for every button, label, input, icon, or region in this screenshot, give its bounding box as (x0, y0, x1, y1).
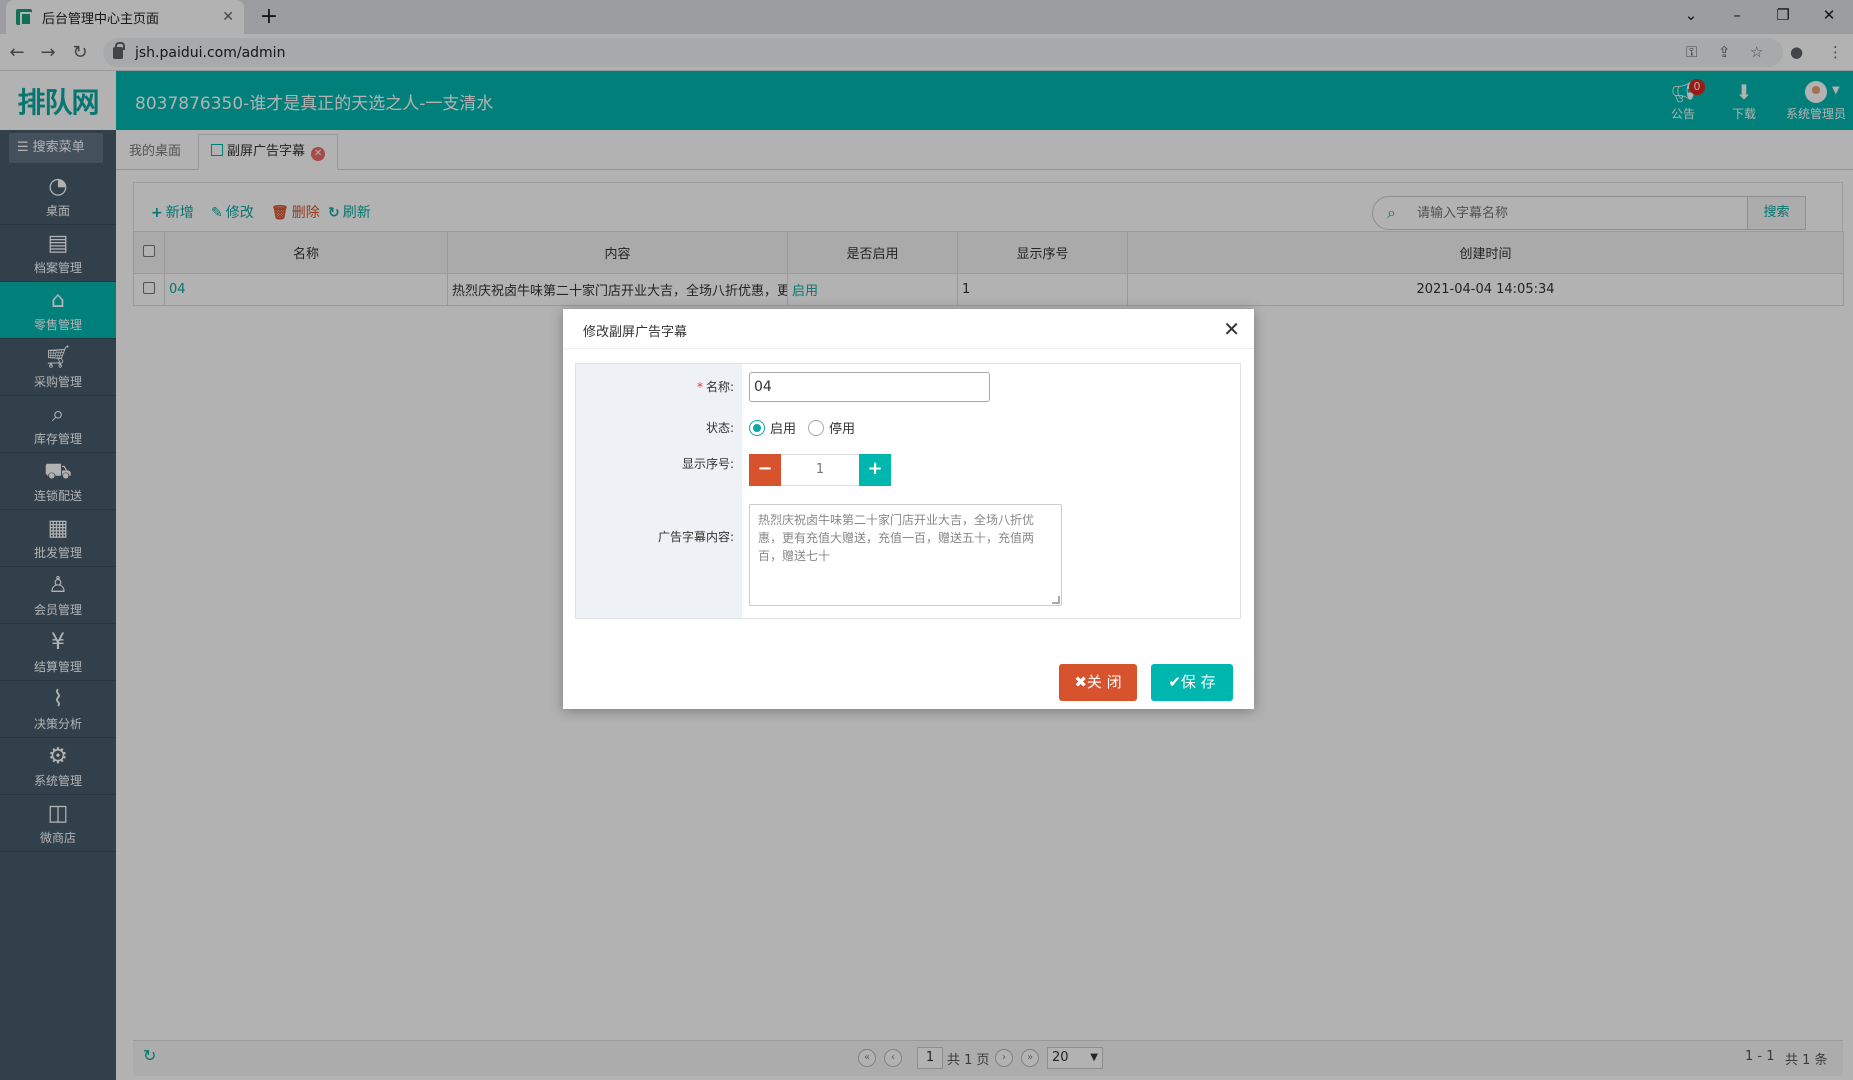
name-input[interactable]: 04 (749, 372, 990, 402)
order-stepper: − 1 + (749, 454, 891, 486)
close-button-label: 关 闭 (1086, 673, 1122, 691)
edit-dialog: 修改副屏广告字幕 ✕ * 名称: 状态: 显示序号: 广告字幕内容: 04 启用 … (563, 309, 1254, 709)
status-radio-on[interactable]: 启用 (749, 418, 796, 437)
save-button[interactable]: ✔保 存 (1151, 664, 1233, 701)
status-off-label: 停用 (829, 422, 856, 437)
content-text: 热烈庆祝卤牛味第二十家门店开业大吉，全场八折优惠，更有充值大赠送，充值一百，赠送… (758, 513, 1035, 563)
save-button-label: 保 存 (1180, 673, 1216, 691)
name-label: * 名称: (697, 378, 734, 395)
order-input[interactable]: 1 (781, 454, 859, 486)
name-label-text: 名称: (705, 380, 734, 394)
resize-handle-icon[interactable] (1052, 596, 1060, 604)
close-button[interactable]: ✖关 闭 (1059, 664, 1137, 701)
edit-form: * 名称: 状态: 显示序号: 广告字幕内容: 04 启用 停用 − 1 + 热烈… (575, 363, 1241, 619)
status-label: 状态: (705, 421, 734, 435)
status-on-label: 启用 (770, 422, 797, 437)
status-radio-off[interactable]: 停用 (808, 418, 855, 437)
increment-button[interactable]: + (859, 454, 891, 486)
radio-on-dot[interactable] (749, 419, 765, 436)
dialog-title: 修改副屏广告字幕 (583, 325, 688, 340)
dialog-header: 修改副屏广告字幕 ✕ (563, 309, 1254, 349)
label-column: * 名称: 状态: 显示序号: 广告字幕内容: (576, 364, 742, 618)
dialog-close-icon[interactable]: ✕ (1223, 317, 1240, 341)
order-label: 显示序号: (681, 457, 734, 471)
required-mark: * (696, 380, 703, 394)
content-textarea[interactable]: 热烈庆祝卤牛味第二十家门店开业大吉，全场八折优惠，更有充值大赠送，充值一百，赠送… (749, 504, 1062, 606)
content-label: 广告字幕内容: (657, 530, 734, 544)
check-icon: ✔ (1168, 673, 1181, 691)
decrement-button[interactable]: − (749, 454, 781, 486)
close-x-icon: ✖ (1074, 673, 1087, 691)
radio-off-dot[interactable] (808, 419, 824, 436)
